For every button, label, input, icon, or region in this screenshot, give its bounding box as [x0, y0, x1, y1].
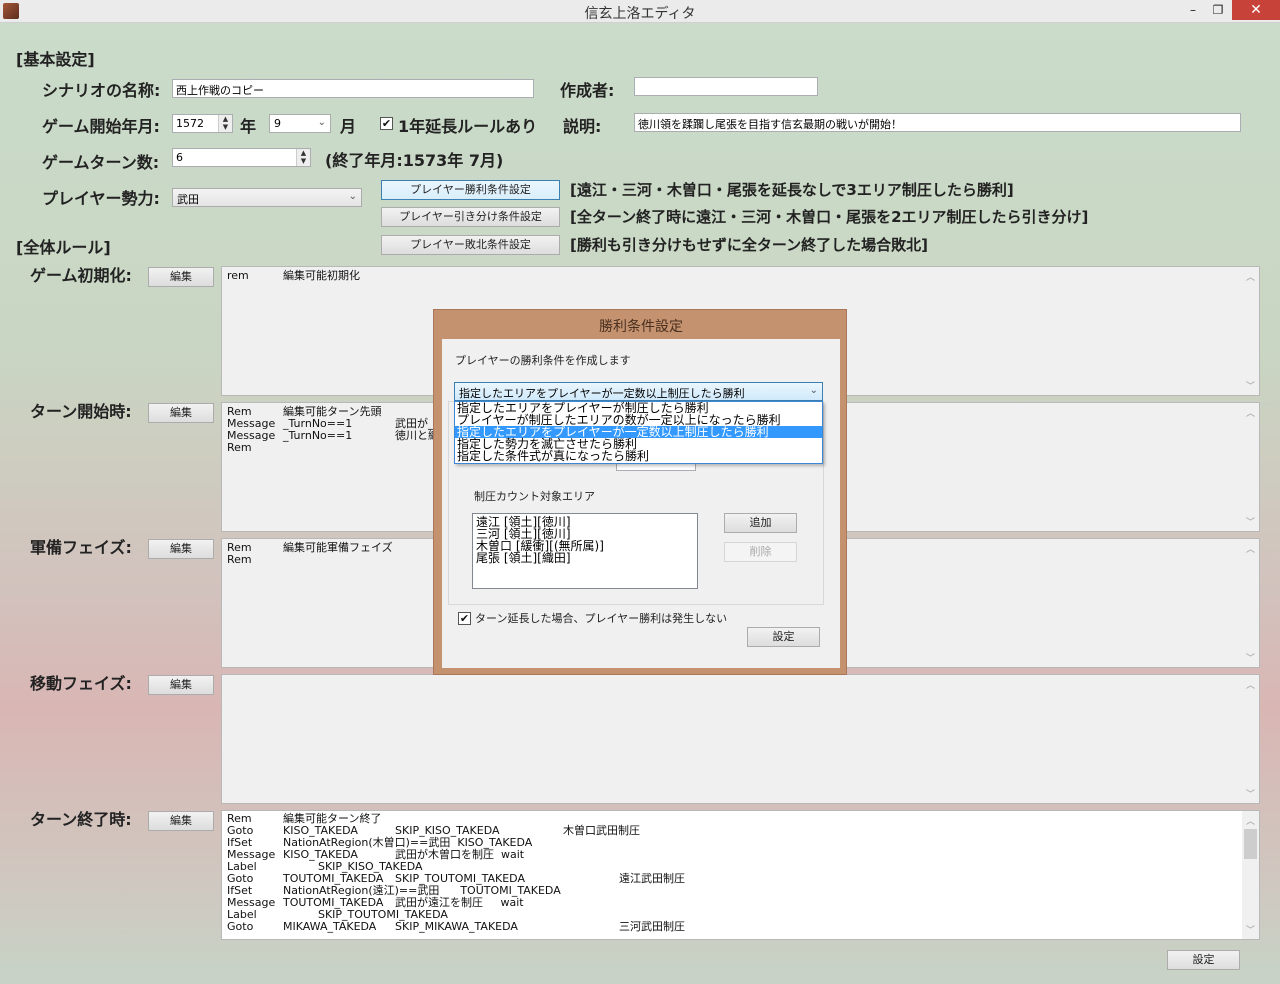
script-command: rem	[227, 269, 249, 282]
script-command: Goto	[227, 920, 254, 933]
script-arg: SKIP_MIKAWA_TAKEDA	[395, 920, 518, 933]
turn-count-label: ゲームターン数:	[42, 153, 160, 172]
scrollbar[interactable]: ︿ ﹀	[1242, 267, 1259, 395]
extension-rule-checkbox[interactable]: ✔	[380, 117, 393, 130]
dropdown-option[interactable]: 指定した条件式が真になったら勝利	[455, 450, 822, 462]
phase-label-move: 移動フェイズ:	[30, 674, 132, 693]
dialog-set-button[interactable]: 設定	[747, 627, 820, 647]
start-year-value: 1572	[176, 117, 204, 130]
start-year-stepper[interactable]: 1572 ▲ ▼	[172, 114, 233, 133]
scrollbar[interactable]: ︿ ﹀	[1242, 403, 1259, 531]
scrollbar[interactable]: ︿ ﹀	[1242, 539, 1259, 667]
condition-type-dropdown[interactable]: 指定したエリアをプレイヤーが制圧したら勝利 プレイヤーが制圧したエリアの数が一定…	[454, 401, 823, 464]
main-set-button[interactable]: 設定	[1167, 950, 1240, 970]
scenario-name-input[interactable]: 西上作戦のコピー	[172, 79, 534, 98]
script-arg: _TurnNo==1	[283, 429, 353, 442]
year-unit: 年	[240, 117, 257, 136]
player-faction-label: プレイヤー勢力:	[42, 189, 160, 208]
victory-condition-button[interactable]: プレイヤー勝利条件設定	[381, 180, 560, 200]
script-comment: 三河武田制圧	[619, 920, 685, 933]
turn-count-value: 6	[176, 151, 183, 164]
basic-settings-heading: [基本設定]	[16, 50, 95, 69]
area-list-label: 制圧カウント対象エリア	[474, 490, 595, 503]
no-win-on-extension-label: ターン延長した場合、プレイヤー勝利は発生しない	[475, 612, 728, 625]
description-input[interactable]: 徳川領を蹂躙し尾張を目指す信玄最期の戦いが開始！	[634, 113, 1241, 132]
restore-button[interactable]: ❐	[1205, 0, 1231, 20]
edit-init-button[interactable]: 編集	[148, 267, 214, 287]
dialog-title: 勝利条件設定	[599, 319, 683, 335]
defeat-condition-button[interactable]: プレイヤー敗北条件設定	[381, 235, 560, 255]
victory-condition-dialog: 勝利条件設定 プレイヤーの勝利条件を作成します 制圧カウント対象エリア 遠江 […	[433, 309, 847, 675]
condition-type-select[interactable]: 指定したエリアをプレイヤーが一定数以上制圧したら勝利 ⌄	[454, 382, 823, 401]
area-item[interactable]: 尾張 [領土][織田]	[476, 552, 694, 564]
month-unit: 月	[340, 117, 357, 136]
title-bar: 信玄上洛エディタ – ❐ ✕	[0, 0, 1280, 23]
player-faction-select[interactable]: 武田 ⌄	[172, 188, 362, 207]
minimize-button[interactable]: –	[1180, 0, 1206, 20]
edit-turn-start-button[interactable]: 編集	[148, 403, 214, 423]
description-label: 説明:	[563, 117, 602, 136]
phase-label-turn-end: ターン終了時:	[30, 810, 132, 829]
draw-condition-button[interactable]: プレイヤー引き分け条件設定	[381, 207, 560, 227]
phase-label-init: ゲーム初期化:	[30, 266, 132, 285]
draw-condition-text: [全ターン終了時に遠江・三河・木曽口・尾張を2エリア制圧したら引き分け]	[570, 208, 1089, 226]
dialog-intro: プレイヤーの勝利条件を作成します	[455, 354, 631, 367]
stepper-arrows-icon[interactable]: ▲ ▼	[218, 115, 232, 132]
victory-condition-text: [遠江・三河・木曽口・尾張を延長なしで3エリア制圧したら勝利]	[570, 181, 1014, 199]
window-title: 信玄上洛エディタ	[584, 6, 696, 22]
scrollbar-thumb[interactable]	[1244, 829, 1257, 859]
scrollbar[interactable]: ︿ ﹀	[1242, 675, 1259, 803]
script-comment: 木曽口武田制圧	[563, 824, 640, 837]
edit-turn-end-button[interactable]: 編集	[148, 811, 214, 831]
start-date-label: ゲーム開始年月:	[42, 117, 160, 136]
script-command: Rem	[227, 441, 252, 454]
area-listbox[interactable]: 遠江 [領土][徳川] 三河 [領土][徳川] 木曽口 [緩衝][(無所属)] …	[472, 513, 698, 589]
start-month-select[interactable]: 9 ⌄	[269, 114, 331, 133]
edit-military-button[interactable]: 編集	[148, 539, 214, 559]
scrollbar[interactable]: ︿ ﹀	[1242, 811, 1259, 939]
dialog-body: プレイヤーの勝利条件を作成します 制圧カウント対象エリア 遠江 [領土][徳川]…	[442, 339, 840, 668]
start-month-value: 9	[274, 117, 281, 130]
end-date-text: (終了年月:1573年 7月)	[325, 151, 504, 170]
move-script-area[interactable]: ︿ ﹀	[221, 674, 1260, 804]
edit-move-button[interactable]: 編集	[148, 675, 214, 695]
phase-label-military: 軍備フェイズ:	[30, 538, 132, 557]
script-arg: 編集可能軍備フェイズ	[283, 541, 393, 554]
player-faction-value: 武田	[177, 193, 199, 206]
author-label: 作成者:	[560, 81, 615, 100]
condition-type-value: 指定したエリアをプレイヤーが一定数以上制圧したら勝利	[459, 387, 745, 400]
defeat-condition-text: [勝利も引き分けもせずに全ターン終了した場合敗北]	[570, 236, 928, 254]
remove-area-button[interactable]: 削除	[724, 542, 797, 562]
global-rules-heading: [全体ルール]	[16, 238, 111, 257]
stepper-arrows-icon[interactable]: ▲ ▼	[296, 149, 310, 166]
script-arg: 編集可能初期化	[283, 269, 360, 282]
add-area-button[interactable]: 追加	[724, 513, 797, 533]
extension-rule-label: 1年延長ルールあり	[398, 117, 538, 136]
script-command: Rem	[227, 553, 252, 566]
turn-end-script-area[interactable]: Rem 編集可能ターン終了 Goto KISO_TAKEDA SKIP_KISO…	[221, 810, 1260, 940]
close-button[interactable]: ✕	[1232, 0, 1280, 20]
chevron-down-icon: ⌄	[317, 117, 326, 128]
scenario-name-label: シナリオの名称:	[42, 81, 161, 100]
author-input[interactable]	[634, 77, 818, 96]
chevron-down-icon: ⌄	[348, 191, 357, 202]
no-win-on-extension-checkbox[interactable]: ✔	[458, 612, 471, 625]
script-arg: MIKAWA_TAKEDA	[283, 920, 377, 933]
chevron-down-icon: ⌄	[809, 385, 818, 396]
script-comment: 遠江武田制圧	[619, 872, 685, 885]
turn-count-stepper[interactable]: 6 ▲ ▼	[172, 148, 311, 167]
phase-label-turn-start: ターン開始時:	[30, 402, 132, 421]
